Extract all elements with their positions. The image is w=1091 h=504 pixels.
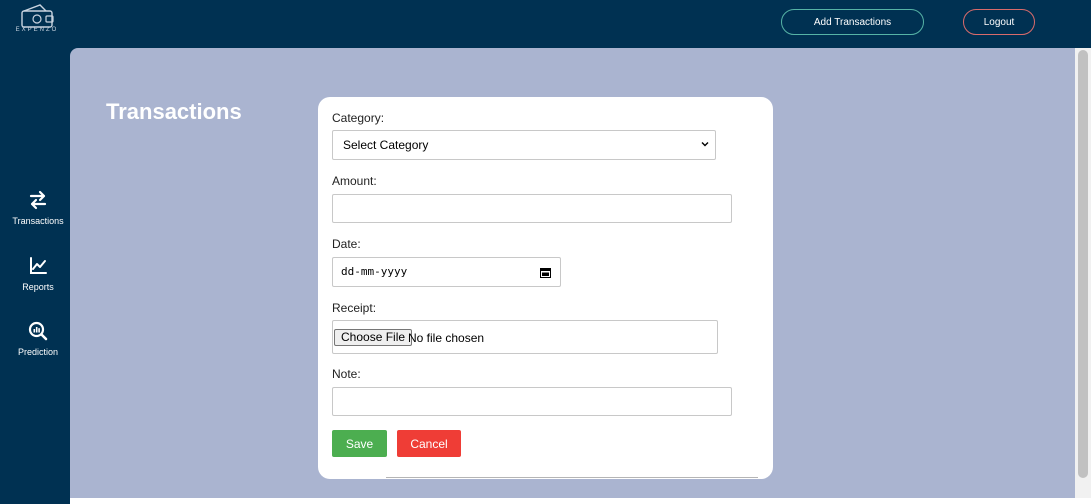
calendar-icon[interactable] <box>540 267 551 278</box>
choose-file-button[interactable]: Choose File <box>334 329 413 346</box>
category-select-value: Select Category <box>343 138 429 152</box>
category-label: Category: <box>332 111 385 125</box>
logout-button[interactable]: Logout <box>963 9 1035 35</box>
note-label: Note: <box>332 367 361 381</box>
chevron-down-icon <box>701 142 709 147</box>
amount-input[interactable] <box>332 194 732 223</box>
date-input[interactable]: dd-mm-yyyy <box>332 257 561 287</box>
note-input[interactable] <box>332 387 732 416</box>
sidebar-item-transactions[interactable]: Transactions <box>0 190 76 226</box>
sidebar-item-label: Transactions <box>12 216 64 226</box>
line-chart-icon <box>30 257 47 274</box>
logo-text: EXPENZO <box>15 27 59 33</box>
sidebar-item-label: Prediction <box>17 347 59 357</box>
scrollbar[interactable] <box>1075 48 1091 498</box>
file-status-text: No file chosen <box>408 331 485 345</box>
top-bar: EXPENZO Add Transactions Logout <box>0 0 1091 48</box>
sidebar-item-prediction[interactable]: Prediction <box>0 321 76 357</box>
scrollbar-thumb[interactable] <box>1078 50 1088 478</box>
cancel-button[interactable]: Cancel <box>397 430 461 457</box>
page-title: Transactions <box>106 99 242 124</box>
sidebar-item-label: Reports <box>22 282 54 292</box>
sidebar-item-reports[interactable]: Reports <box>0 256 76 292</box>
amount-label: Amount: <box>332 174 377 188</box>
date-label: Date: <box>332 237 361 251</box>
save-button[interactable]: Save <box>332 430 387 457</box>
transfer-arrows-icon <box>29 190 47 210</box>
date-placeholder: dd-mm-yyyy <box>341 265 408 278</box>
receipt-file-input[interactable]: Choose File No file chosen <box>332 320 718 354</box>
search-analytics-icon <box>28 321 48 341</box>
sidebar: Transactions Reports Prediction <box>0 48 70 504</box>
category-select[interactable]: Select Category <box>332 130 716 160</box>
receipt-label: Receipt: <box>332 301 377 315</box>
add-transactions-button[interactable]: Add Transactions <box>781 9 924 35</box>
card-divider <box>386 477 758 481</box>
bottom-strip <box>70 498 1091 504</box>
